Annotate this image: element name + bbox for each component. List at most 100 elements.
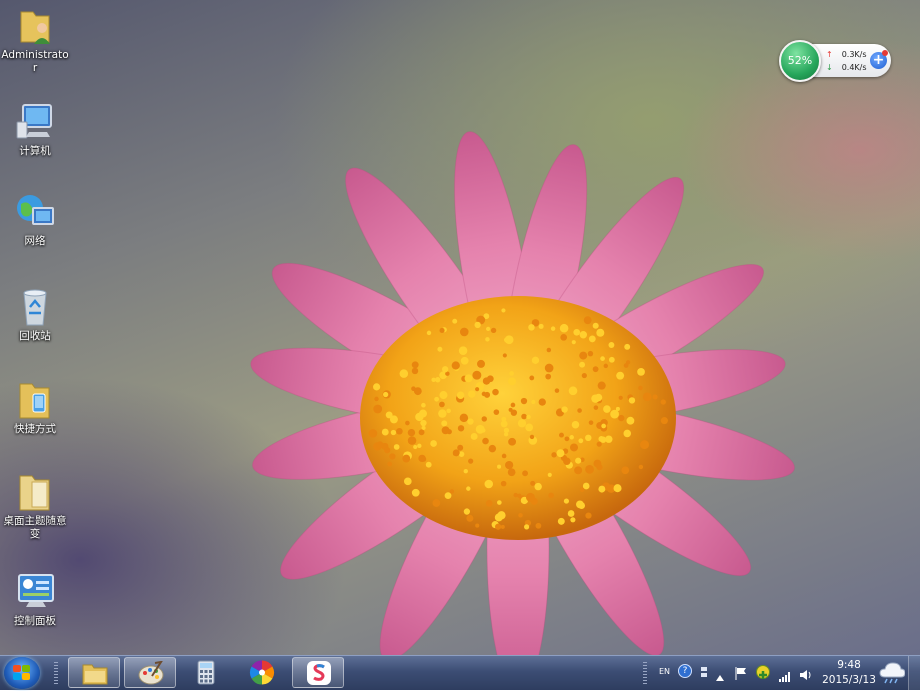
pollen-dot <box>486 326 491 332</box>
volume-icon[interactable] <box>799 666 813 685</box>
pollen-dot <box>563 457 571 466</box>
taskbar-color-wheel-button[interactable] <box>236 657 288 688</box>
pollen-dot <box>458 346 468 355</box>
pollen-dot <box>561 406 568 413</box>
taskbar-explorer-button[interactable] <box>68 657 120 688</box>
show-desktop-button[interactable] <box>908 656 920 691</box>
pollen-dot <box>638 385 643 391</box>
pollen-dot <box>575 457 582 464</box>
pollen-dot <box>563 498 570 504</box>
pollen-dot <box>501 453 507 459</box>
windows-logo-icon <box>13 665 31 681</box>
pollen-dot <box>579 351 588 360</box>
desktop-icon-recycle-bin[interactable]: 回收站 <box>0 287 70 343</box>
pollen-dot <box>660 417 668 425</box>
pollen-dot <box>509 371 514 376</box>
pollen-dot <box>557 517 565 525</box>
folder-icon <box>15 380 55 420</box>
pollen-dot <box>593 459 602 468</box>
pollen-dot <box>529 375 535 381</box>
desktop-icon-label: Administrator <box>1 49 69 74</box>
pollen-dot <box>551 452 557 458</box>
pollen-dot <box>463 508 471 515</box>
language-indicator[interactable]: EN <box>659 667 670 676</box>
pollen-dot <box>396 427 403 435</box>
download-arrow-icon: ↓ <box>826 63 833 72</box>
taskbar-grip[interactable] <box>643 662 647 684</box>
pollen-dot <box>437 346 443 352</box>
clock-time: 9:48 <box>837 659 861 671</box>
taskbar-grip[interactable] <box>54 662 58 684</box>
pollen-dot <box>451 361 460 370</box>
desktop-icon-administrator[interactable]: Administrator <box>0 6 70 75</box>
pollen-dot <box>474 321 481 329</box>
desktop-icon-label: 快捷方式 <box>14 423 56 435</box>
pollen-dot <box>421 425 426 430</box>
show-hidden-icons-chevron-icon[interactable] <box>716 666 724 685</box>
pollen-dot <box>576 500 584 509</box>
pollen-dot <box>456 391 465 400</box>
desktop-icon-label: 桌面主题随意变 <box>3 515 67 540</box>
desktop-icon-control-panel[interactable]: 控制面板 <box>0 572 70 628</box>
pollen-dot <box>569 443 578 452</box>
network-signal-icon[interactable] <box>779 667 792 686</box>
pollen-dot <box>578 438 584 444</box>
pollen-dot <box>493 409 500 415</box>
pollen-dot <box>411 367 419 375</box>
pollen-dot <box>494 513 503 522</box>
pollen-dot <box>384 447 391 454</box>
taskbar-paint-button[interactable] <box>124 657 176 688</box>
pollen-dot <box>535 522 542 529</box>
usage-percent-ball[interactable]: 52% <box>779 40 821 82</box>
widget-plus-button[interactable]: + <box>870 50 888 69</box>
taskbar-calculator-button[interactable] <box>180 657 232 688</box>
pollen-dot <box>411 488 420 497</box>
desktop-icon-network[interactable]: 网络 <box>0 192 70 248</box>
upload-speed: 0.3K/s <box>841 50 867 59</box>
pollen-dot <box>567 510 575 517</box>
network-speed-widget[interactable]: 52% ↑ 0.3K/s ↓ 0.4K/s + <box>779 40 892 82</box>
ime-settings-icon[interactable] <box>700 663 708 677</box>
start-button[interactable] <box>4 657 40 689</box>
pollen-dot <box>559 432 564 438</box>
pollen-dot <box>470 433 478 440</box>
pollen-dot <box>420 456 427 462</box>
pollen-dot <box>550 326 556 331</box>
desktop-icon-themes-folder[interactable]: 桌面主题随意变 <box>0 472 70 541</box>
pollen-dot <box>603 363 609 369</box>
taskbar-clock[interactable]: 9:48 2015/3/13 <box>818 658 880 688</box>
pollen-dot <box>587 350 594 357</box>
pollen-dot <box>538 323 544 329</box>
pollen-dot <box>528 324 535 331</box>
desktop-icon-shortcuts[interactable]: 快捷方式 <box>0 380 70 436</box>
download-speed: 0.4K/s <box>841 63 867 72</box>
pollen-dot <box>446 429 452 435</box>
security-plus-icon[interactable] <box>756 665 770 679</box>
pollen-dot <box>547 472 552 477</box>
pollen-dot <box>637 368 645 376</box>
pollen-dot <box>588 420 594 425</box>
pollen-dot <box>618 414 625 422</box>
pollen-dot <box>481 391 487 397</box>
action-center-flag-icon[interactable] <box>735 665 747 684</box>
desktop-icon-computer[interactable]: 计算机 <box>0 102 70 158</box>
pollen-dot <box>481 428 486 433</box>
taskbar-app-s-button[interactable] <box>292 657 344 688</box>
pollen-dot <box>485 500 493 507</box>
pollen-dot <box>431 377 436 383</box>
pollen-dot <box>598 485 606 493</box>
pollen-dot <box>504 335 514 345</box>
file-explorer-icon <box>82 661 108 686</box>
pollen-dot <box>559 323 569 333</box>
pollen-dot <box>596 441 602 447</box>
pollen-dot <box>508 437 517 446</box>
pollen-dot <box>439 401 445 408</box>
pollen-dot <box>588 335 596 343</box>
pollen-dot <box>438 409 447 418</box>
network-icon <box>15 192 55 232</box>
pollen-dot <box>501 416 507 422</box>
weather-cloud-icon[interactable] <box>879 661 906 689</box>
pollen-dot <box>399 369 409 378</box>
upload-arrow-icon: ↑ <box>826 50 833 59</box>
help-icon[interactable]: ? <box>678 664 692 678</box>
